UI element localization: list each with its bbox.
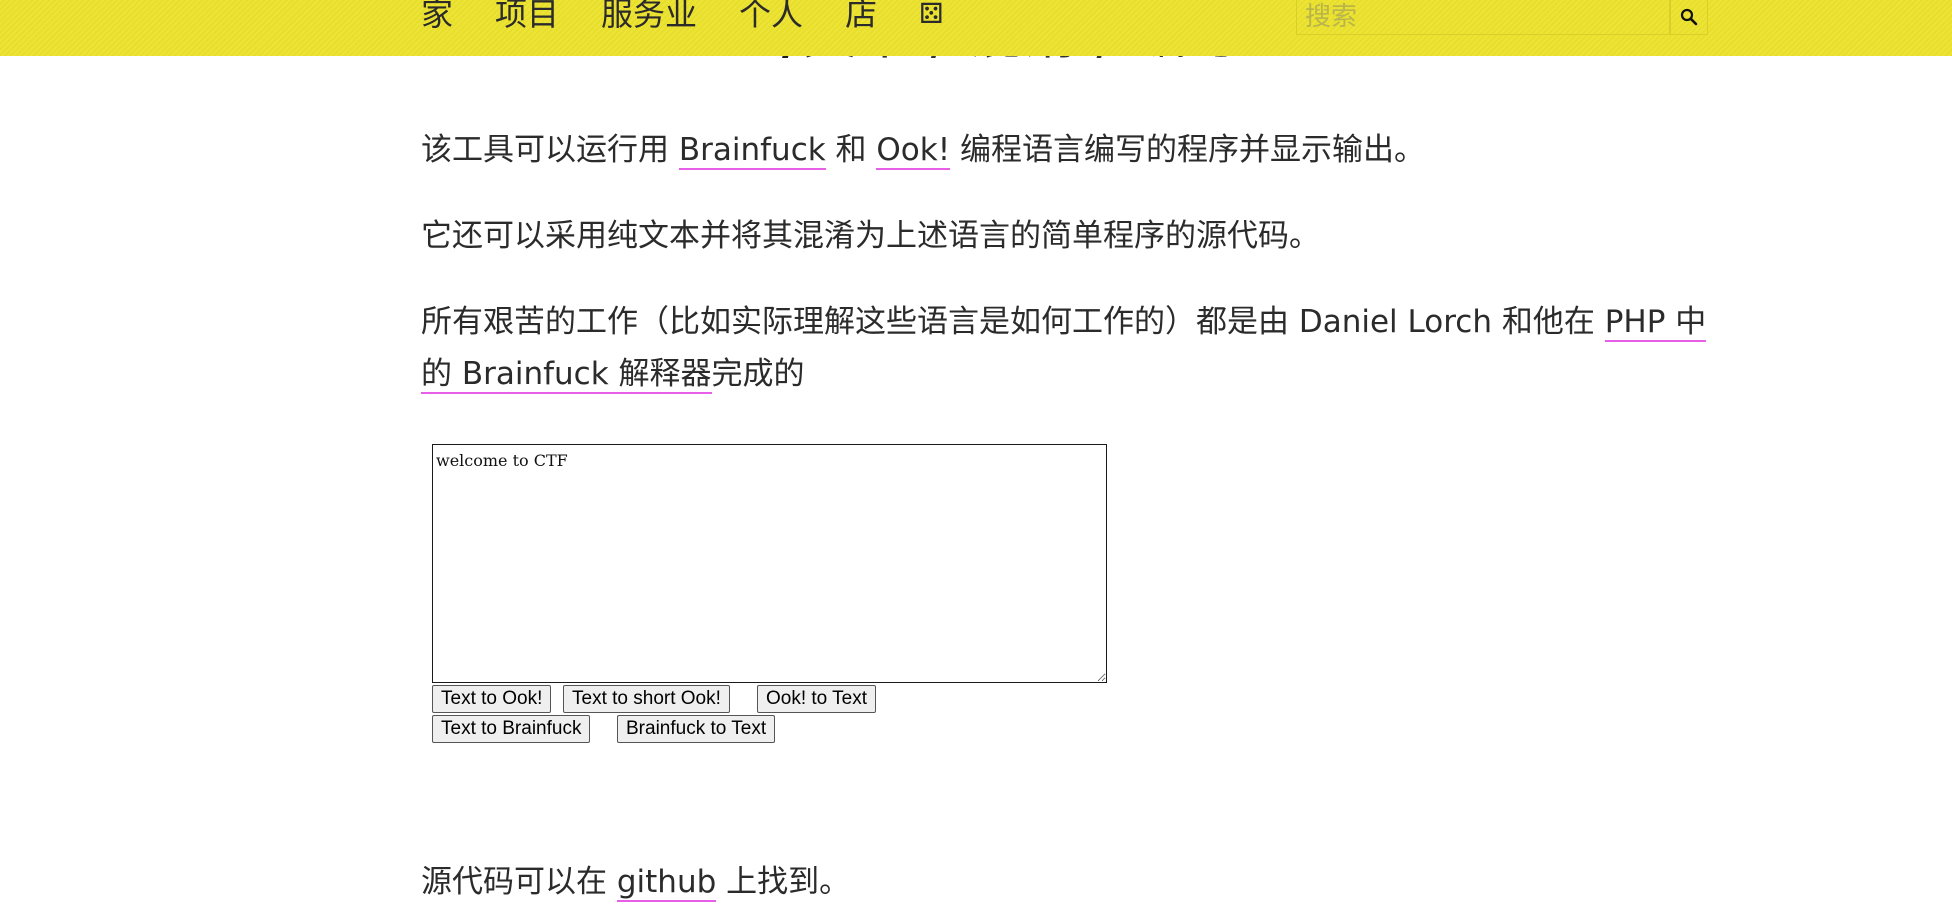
source-paragraph: 源代码可以在 github 上找到。 — [421, 856, 1711, 908]
search-icon — [1680, 8, 1698, 26]
nav-item-services[interactable]: 服务业 — [601, 0, 697, 34]
nav-item-personal[interactable]: 个人 — [739, 0, 803, 34]
source-text-b: 上找到。 — [716, 864, 851, 900]
credits-text-a: 所有艰苦的工作（比如实际理解这些语言是如何工作的）都是由 Daniel Lorc… — [421, 304, 1605, 340]
text-to-ook-button[interactable]: Text to Ook! — [432, 685, 552, 713]
nav-item-home[interactable]: 家 — [421, 0, 453, 34]
text-to-brainfuck-button[interactable]: Text to Brainfuck — [432, 715, 591, 743]
intro-text-a: 该工具可以运行用 — [421, 132, 679, 168]
source-text-a: 源代码可以在 — [421, 864, 617, 900]
intro-text-c: 编程语言编写的程序并显示输出。 — [950, 132, 1426, 168]
text-to-short-ook-button[interactable]: Text to short Ook! — [563, 685, 730, 713]
code-textarea[interactable]: welcome to CTF — [432, 444, 1107, 683]
nav-item-shop[interactable]: 店 — [845, 0, 877, 34]
ook-to-text-button[interactable]: Ook! to Text — [757, 685, 877, 713]
top-navigation-bar: 家 项目 服务业 个人 店 ⚄ — [0, 0, 1952, 56]
brainfuck-to-text-button[interactable]: Brainfuck to Text — [617, 715, 776, 743]
brainfuck-link[interactable]: Brainfuck — [678, 132, 826, 170]
github-link[interactable]: github — [616, 864, 717, 902]
nav-item-projects[interactable]: 项目 — [495, 0, 559, 34]
search-input[interactable] — [1296, 0, 1670, 35]
credits-paragraph: 所有艰苦的工作（比如实际理解这些语言是如何工作的）都是由 Daniel Lorc… — [421, 296, 1711, 400]
search-button[interactable] — [1670, 0, 1708, 35]
intro-text-b: 和 — [825, 132, 877, 168]
intro-paragraph: 该工具可以运行用 Brainfuck 和 Ook! 编程语言编写的程序并显示输出… — [421, 124, 1711, 176]
obfuscate-paragraph: 它还可以采用纯文本并将其混淆为上述语言的简单程序的源代码。 — [421, 218, 1320, 254]
credits-text-b: 完成的 — [711, 356, 805, 392]
main-nav: 家 项目 服务业 个人 店 ⚄ — [421, 0, 943, 34]
dice-icon[interactable]: ⚄ — [919, 0, 943, 34]
ook-link[interactable]: Ook! — [876, 132, 951, 170]
